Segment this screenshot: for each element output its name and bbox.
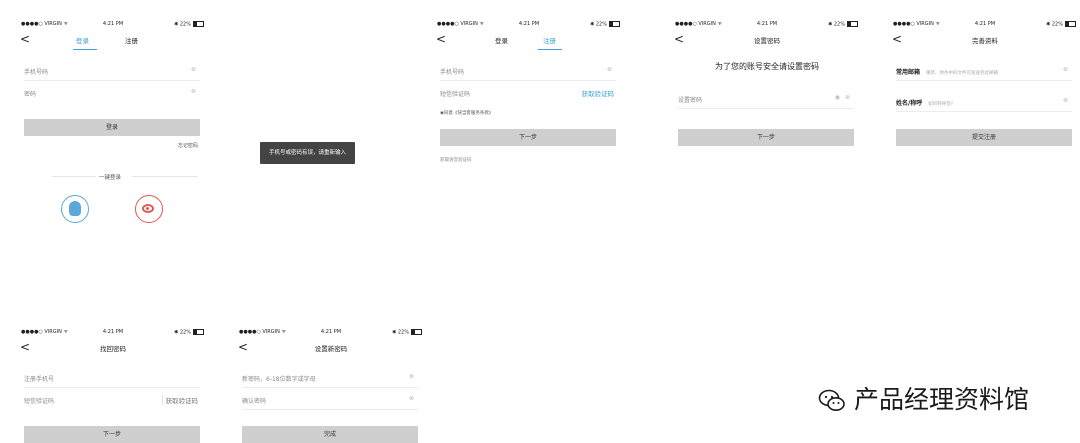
find-password-screen: ●●●●○ VIRGIN ᯤ 4:21 PM ✱ 22% < 找回密码 注册手机… (18, 326, 208, 443)
divider-left (52, 176, 96, 177)
tab-login[interactable]: 登录 (76, 35, 89, 45)
clear-icon[interactable]: ⊗ (409, 373, 414, 380)
page-title: 找回密码 (100, 345, 126, 353)
sms-code-field[interactable]: 短信验证码 获取验证码 (24, 389, 200, 409)
clear-icon[interactable]: ⊗ (191, 66, 196, 73)
phone-field[interactable]: 手机号码 ⊗ (440, 60, 616, 81)
clear-icon[interactable]: ⊗ (191, 88, 196, 95)
phone-field[interactable]: 注册手机号 (24, 367, 200, 388)
security-heading: 为了您的账号安全请设置密码 (715, 62, 819, 71)
qq-login-icon[interactable] (61, 195, 89, 223)
battery-indicator: ✱ 22% (1046, 21, 1076, 28)
clear-icon[interactable]: ⊗ (1063, 97, 1068, 104)
divider-right (132, 176, 198, 177)
voice-code-link[interactable]: 获取语音验证码 (440, 157, 472, 163)
phone-placeholder: 手机号码 (440, 69, 465, 76)
email-label: 常用邮箱 (896, 69, 921, 76)
nav-bar: < 完善资料 (890, 30, 1080, 50)
confirm-password-field[interactable]: 确认密码 ⊗ (242, 389, 418, 410)
next-button[interactable]: 下一步 (440, 129, 616, 146)
battery-indicator: ✱ 22% (590, 21, 620, 28)
active-tab-indicator (73, 49, 97, 50)
password-field[interactable]: 设置密码 ◉ ⊗ (678, 88, 854, 109)
watermark-text: 产品经理资料馆 (854, 385, 1030, 414)
name-field[interactable]: 姓名/称呼 如何称呼您? ⊗ (896, 91, 1072, 112)
status-bar: ●●●●○ VIRGIN ᯤ 4:21 PM ✱ 22% (672, 18, 862, 30)
battery-icon (847, 21, 858, 27)
complete-profile-screen: ●●●●○ VIRGIN ᯤ 4:21 PM ✱ 22% < 完善资料 常用邮箱… (890, 18, 1080, 158)
confirm-password-placeholder: 确认密码 (242, 398, 267, 405)
tab-register[interactable]: 注册 (543, 35, 556, 45)
status-bar: ●●●●○ VIRGIN ᯤ 4:21 PM ✱ 22% (236, 326, 426, 338)
nav-bar: < 登录 注册 (18, 30, 208, 50)
battery-icon (411, 329, 422, 335)
login-screen: ●●●●○ VIRGIN ᯤ 4:21 PM ✱ 22% < 登录 注册 手机号… (18, 18, 208, 248)
status-bar: ●●●●○ VIRGIN ᯤ 4:21 PM ✱ 22% (434, 18, 624, 30)
register-screen: ●●●●○ VIRGIN ᯤ 4:21 PM ✱ 22% < 登录 注册 手机号… (434, 18, 624, 178)
eye-icon[interactable]: ◉ (835, 94, 840, 101)
name-hint: 如何称呼您? (928, 102, 954, 107)
status-bar: ●●●●○ VIRGIN ᯤ 4:21 PM ✱ 22% (18, 18, 208, 30)
page-title: 设置密码 (754, 37, 780, 45)
battery-icon (193, 329, 204, 335)
battery-icon (609, 21, 620, 27)
new-password-screen: ●●●●○ VIRGIN ᯤ 4:21 PM ✱ 22% < 设置新密码 新密码… (236, 326, 426, 443)
phone-placeholder: 手机号码 (24, 69, 49, 76)
status-bar: ●●●●○ VIRGIN ᯤ 4:21 PM ✱ 22% (18, 326, 208, 338)
password-placeholder: 密码 (24, 91, 37, 98)
tab-login[interactable]: 登录 (495, 35, 508, 45)
page-title: 设置新密码 (314, 345, 348, 353)
sms-code-field[interactable]: 短信验证码 获取验证码 (440, 82, 616, 102)
clear-icon[interactable]: ⊗ (1063, 66, 1068, 73)
password-placeholder: 设置密码 (678, 97, 703, 104)
back-icon[interactable]: < (436, 32, 446, 46)
agreement-checkbox[interactable]: ◉同意《快当客服务条款》 (440, 110, 493, 116)
nav-bar: < 登录 注册 (434, 30, 624, 50)
battery-indicator: ✱ 22% (174, 329, 204, 336)
status-bar: ●●●●○ VIRGIN ᯤ 4:21 PM ✱ 22% (890, 18, 1080, 30)
back-icon[interactable]: < (20, 32, 30, 46)
get-code-button[interactable]: 获取验证码 (161, 395, 198, 405)
battery-indicator: ✱ 22% (174, 21, 204, 28)
battery-icon (193, 21, 204, 27)
battery-icon (1065, 21, 1076, 27)
active-tab-indicator (538, 49, 562, 50)
battery-indicator: ✱ 22% (828, 21, 858, 28)
login-button[interactable]: 登录 (24, 119, 200, 136)
email-field[interactable]: 常用邮箱 重新、财务中的文件可发送到此邮箱 ⊗ (896, 60, 1072, 81)
email-hint: 重新、财务中的文件可发送到此邮箱 (926, 71, 999, 76)
nav-bar: < 设置新密码 (236, 338, 426, 358)
wechat-icon (818, 389, 846, 413)
tab-register[interactable]: 注册 (125, 35, 138, 45)
phone-field[interactable]: 手机号码 ⊗ (24, 60, 200, 81)
new-password-field[interactable]: 新密码，6-18位数字或字母 ⊗ (242, 367, 418, 388)
watermark: 产品经理资料馆 (818, 380, 1029, 416)
clear-icon[interactable]: ⊗ (845, 94, 850, 101)
battery-indicator: ✱ 22% (392, 329, 422, 336)
next-button[interactable]: 下一步 (678, 129, 854, 146)
error-toast: 手机号或密码有误，请重新输入 (260, 142, 355, 164)
clear-icon[interactable]: ⊗ (409, 395, 414, 402)
new-password-placeholder: 新密码，6-18位数字或字母 (242, 376, 316, 383)
nav-bar: < 设置密码 (672, 30, 862, 50)
clear-icon[interactable]: ⊗ (607, 66, 612, 73)
weibo-login-icon[interactable] (135, 195, 163, 223)
sms-code-placeholder: 短信验证码 (24, 398, 55, 405)
password-field[interactable]: 密码 ⊗ (24, 82, 200, 102)
set-password-screen: ●●●●○ VIRGIN ᯤ 4:21 PM ✱ 22% < 设置密码 为了您的… (672, 18, 862, 158)
phone-placeholder: 注册手机号 (24, 376, 55, 383)
name-label: 姓名/称呼 (896, 100, 923, 107)
sms-code-placeholder: 短信验证码 (440, 91, 471, 98)
done-button[interactable]: 完成 (242, 426, 418, 443)
page-title: 完善资料 (972, 37, 998, 45)
next-button[interactable]: 下一步 (24, 426, 200, 443)
get-code-button[interactable]: 获取验证码 (582, 88, 615, 98)
submit-button[interactable]: 提交注册 (896, 129, 1072, 146)
nav-bar: < 找回密码 (18, 338, 208, 358)
one-click-login-label: 一键登录 (99, 175, 122, 181)
forgot-password-link[interactable]: 忘记密码 (178, 142, 198, 149)
